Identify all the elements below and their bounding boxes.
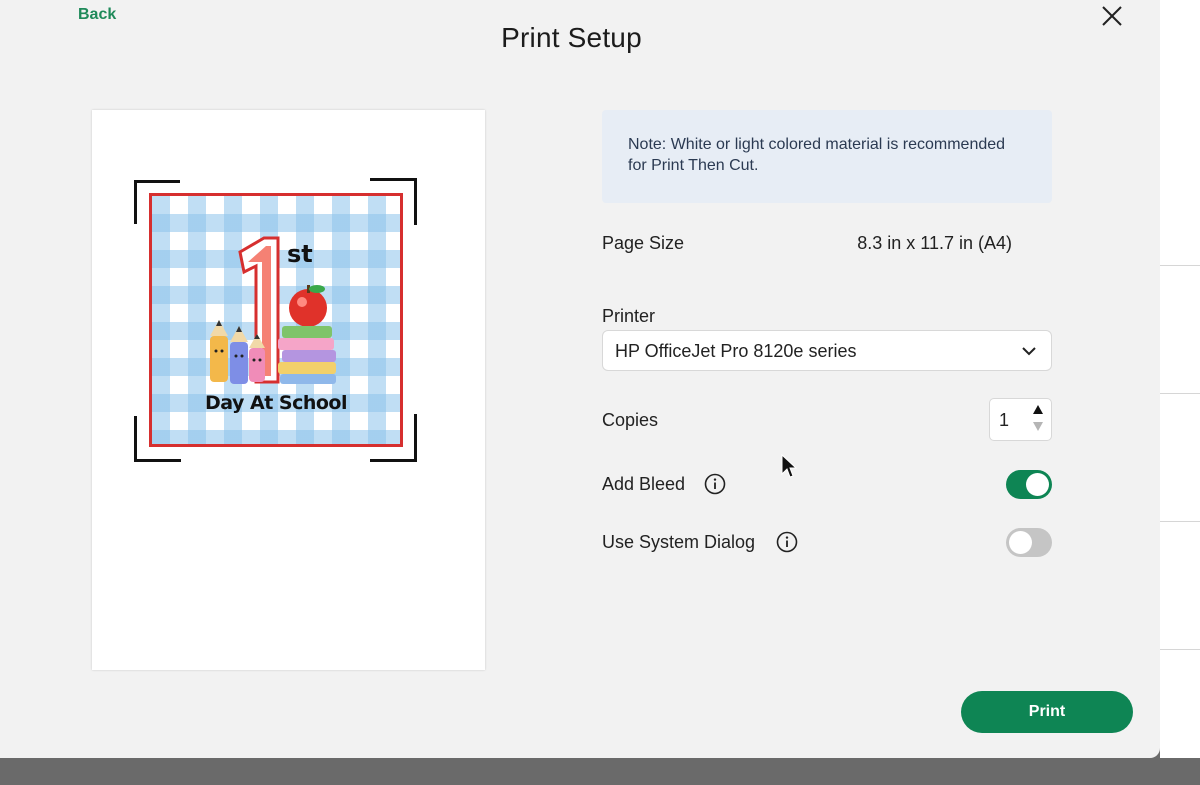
print-setup-dialog: Back Print Setup st Day At School Note: … bbox=[0, 0, 1160, 758]
preview-artwork: st Day At School bbox=[149, 193, 403, 447]
chevron-down-icon bbox=[1022, 347, 1036, 356]
background-panel bbox=[1160, 0, 1200, 785]
use-system-dialog-toggle[interactable] bbox=[1006, 528, 1052, 557]
printer-select-value: HP OfficeJet Pro 8120e series bbox=[615, 341, 857, 361]
mouse-cursor-icon bbox=[781, 454, 797, 478]
background-overlay bbox=[0, 758, 1200, 785]
artwork-caption: Day At School bbox=[204, 392, 348, 414]
copies-label: Copies bbox=[602, 410, 659, 430]
page-size-value: 8.3 in x 11.7 in (A4) bbox=[857, 233, 1012, 253]
toggle-knob bbox=[1026, 473, 1049, 496]
dialog-title: Print Setup bbox=[501, 22, 642, 53]
add-bleed-toggle[interactable] bbox=[1006, 470, 1052, 499]
material-note: Note: White or light colored material is… bbox=[602, 110, 1052, 203]
use-system-dialog-label: Use System Dialog bbox=[602, 532, 756, 552]
printer-select[interactable]: HP OfficeJet Pro 8120e series bbox=[602, 330, 1052, 371]
copies-stepper[interactable]: 1 bbox=[989, 398, 1052, 441]
info-icon[interactable] bbox=[776, 531, 798, 553]
increment-arrow-icon[interactable] bbox=[1032, 404, 1044, 415]
print-button[interactable]: Print bbox=[961, 691, 1133, 733]
decrement-arrow-icon[interactable] bbox=[1032, 421, 1044, 432]
artwork-ordinal: st bbox=[287, 240, 313, 268]
page-size-label: Page Size bbox=[602, 233, 685, 253]
printer-label: Printer bbox=[602, 306, 656, 326]
close-button[interactable] bbox=[1098, 2, 1126, 30]
copies-value[interactable]: 1 bbox=[999, 410, 1009, 431]
info-icon[interactable] bbox=[704, 473, 726, 495]
close-icon bbox=[1102, 6, 1122, 26]
add-bleed-label: Add Bleed bbox=[602, 474, 686, 494]
toggle-knob bbox=[1009, 531, 1032, 554]
